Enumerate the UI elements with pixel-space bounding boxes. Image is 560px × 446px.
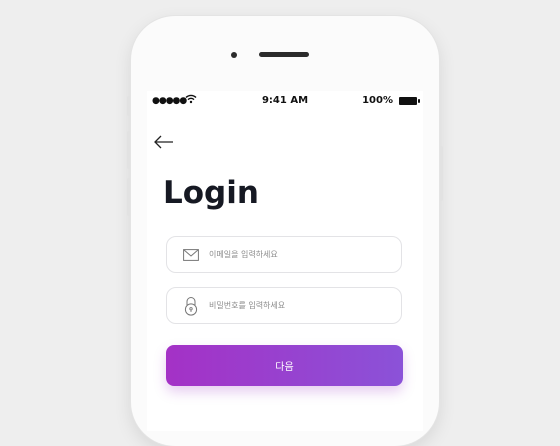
next-button[interactable]: 다음 — [166, 345, 403, 386]
phone-screen: ●●●●● 9:41 AM 100% Login 이메일을 입력하세요 다음 — [147, 91, 423, 431]
password-input[interactable] — [209, 301, 389, 310]
lock-icon — [183, 296, 199, 316]
arrow-left-icon — [154, 135, 173, 149]
volume-down-button — [127, 178, 130, 216]
battery-percentage: 100% — [362, 95, 393, 106]
status-bar: ●●●●● 9:41 AM 100% — [147, 91, 423, 111]
earpiece-speaker — [259, 52, 309, 57]
back-button[interactable] — [151, 133, 175, 151]
page-title: Login — [163, 175, 259, 211]
email-input[interactable] — [209, 250, 389, 259]
power-button — [440, 146, 443, 201]
battery-icon — [399, 97, 420, 105]
password-field[interactable] — [166, 287, 402, 324]
phone-frame: ●●●●● 9:41 AM 100% Login 이메일을 입력하세요 다음 — [127, 16, 443, 446]
front-camera — [231, 52, 237, 58]
volume-up-button — [127, 131, 130, 169]
envelope-icon — [183, 246, 199, 264]
mute-switch — [127, 96, 130, 116]
email-field[interactable] — [166, 236, 402, 273]
